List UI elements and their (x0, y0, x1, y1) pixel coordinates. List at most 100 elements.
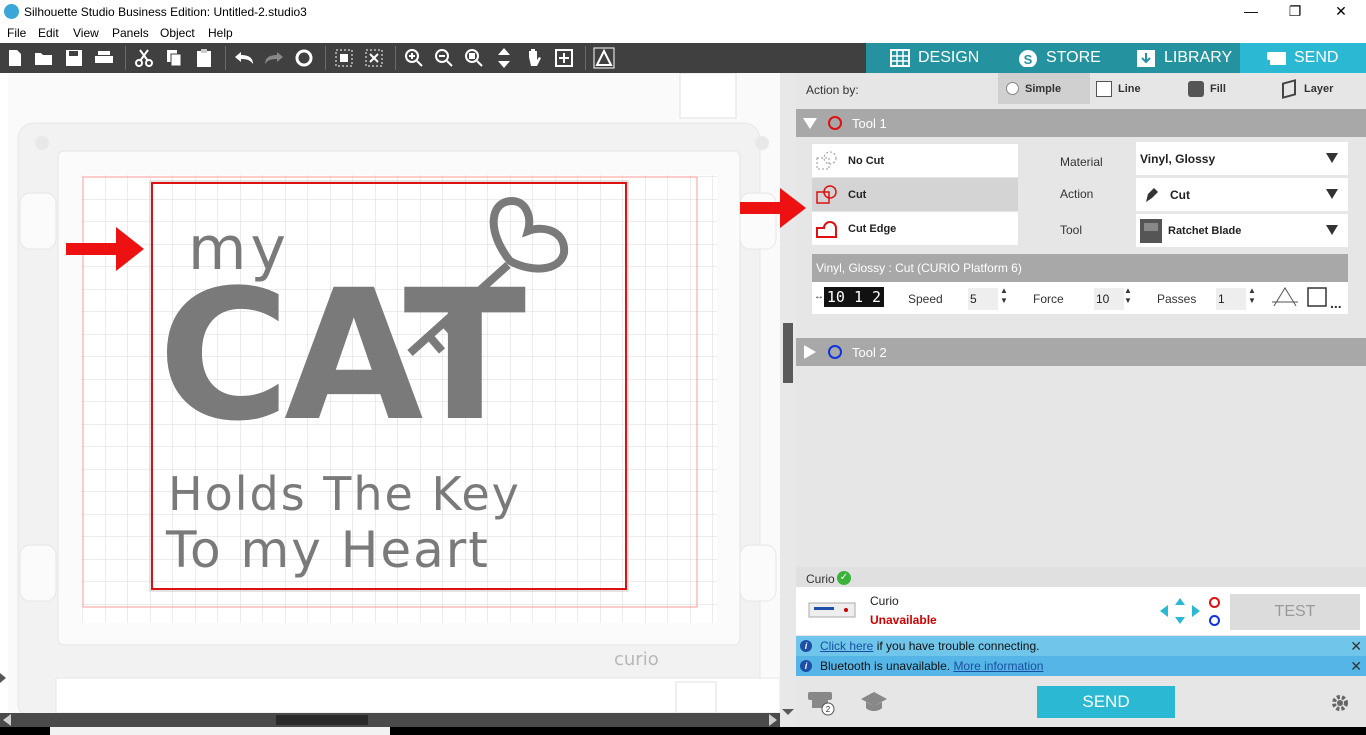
pan-hand-icon[interactable] (523, 47, 545, 69)
curio-device-icon (808, 602, 856, 618)
trouble-connecting-banner: i Click here if you have trouble connect… (796, 636, 1366, 656)
tool2-header[interactable]: Tool 2 (796, 338, 1366, 366)
tool1-header[interactable]: Tool 1 (796, 109, 1366, 137)
blade-left-arrow-icon[interactable]: ↔ (814, 291, 824, 302)
option-cut[interactable]: Cut (812, 178, 1018, 211)
print-icon[interactable] (93, 47, 115, 69)
option-cut-edge[interactable]: Cut Edge (812, 212, 1018, 245)
action-by-fill-label: Fill (1210, 82, 1226, 95)
select-all-icon[interactable] (333, 47, 355, 69)
speed-stepper[interactable]: ▲ ▼ (1000, 286, 1008, 306)
tool-select[interactable]: Ratchet Blade (1136, 214, 1348, 247)
action-by-fill[interactable]: Fill (1188, 73, 1226, 104)
send-button[interactable]: SEND (1037, 686, 1175, 718)
blade-depth-readout[interactable]: 10 1 2 (824, 287, 884, 307)
action-by-simple[interactable]: Simple (1006, 73, 1061, 104)
test-button[interactable]: TEST (1230, 594, 1360, 630)
device-name: Curio (870, 594, 899, 608)
action-select[interactable]: Cut (1136, 178, 1348, 211)
action-by-line[interactable]: Line (1096, 73, 1141, 104)
close-banner-icon[interactable]: ✕ (1350, 658, 1362, 675)
trace-icon[interactable] (593, 47, 615, 69)
force-input[interactable]: 10 (1094, 288, 1124, 310)
close-banner-icon[interactable]: ✕ (1350, 638, 1362, 655)
tab-send[interactable]: SEND (1240, 43, 1366, 73)
no-cut-icon (816, 151, 840, 171)
action-by-label: Action by: (806, 83, 859, 97)
tab-send-label: SEND (1294, 49, 1339, 66)
more-information-link[interactable]: More information (953, 659, 1043, 673)
bluetooth-banner: i Bluetooth is unavailable. More informa… (796, 656, 1366, 676)
new-file-icon[interactable] (4, 47, 26, 69)
tab-store[interactable]: S STORE (992, 43, 1116, 73)
tab-library[interactable]: LIBRARY (1116, 43, 1240, 73)
line-segment-overcut-icon[interactable] (1272, 286, 1298, 308)
action-by-line-label: Line (1118, 82, 1141, 95)
paste-icon[interactable] (193, 47, 215, 69)
tutorial-cap-icon[interactable] (860, 690, 888, 714)
device-header-label: Curio (806, 572, 835, 586)
info-icon: i (800, 660, 812, 672)
design-text-holds[interactable]: Holds The Key (168, 469, 521, 519)
zoom-in-icon[interactable] (403, 47, 425, 69)
tab-library-label: LIBRARY (1164, 49, 1233, 66)
vertical-scrollbar[interactable] (780, 73, 796, 727)
menu-view[interactable]: View (73, 26, 99, 40)
action-by-layer[interactable]: Layer (1282, 73, 1333, 104)
square-corner-icon[interactable] (1306, 286, 1328, 308)
force-stepper[interactable]: ▲ ▼ (1124, 286, 1132, 306)
redraw-icon[interactable] (293, 47, 315, 69)
cutter-icon (1267, 52, 1286, 65)
save-icon[interactable] (63, 47, 85, 69)
design-canvas[interactable]: my CAT Holds The Key To my Heart curio (0, 73, 780, 713)
speed-input[interactable]: 5 (968, 288, 998, 310)
menu-panels[interactable]: Panels (112, 26, 149, 40)
deselect-icon[interactable] (363, 47, 385, 69)
library-download-icon (1137, 50, 1155, 67)
redo-icon[interactable] (263, 47, 285, 69)
close-button[interactable]: ✕ (1318, 0, 1364, 24)
material-select[interactable]: Vinyl, Glossy (1136, 142, 1348, 175)
collapse-triangle-icon (803, 118, 817, 129)
menu-file[interactable]: File (7, 26, 26, 40)
layer-mode-icon (1282, 78, 1296, 99)
zoom-out-icon[interactable] (433, 47, 455, 69)
undo-icon[interactable] (233, 47, 255, 69)
device-status: Unavailable (870, 613, 937, 627)
menu-edit[interactable]: Edit (38, 26, 59, 40)
move-arrows-icon[interactable] (1160, 598, 1200, 624)
app-logo-icon (4, 4, 19, 19)
click-here-link[interactable]: Click here (820, 639, 873, 653)
blade-action-icon (1146, 187, 1158, 202)
menu-object[interactable]: Object (160, 26, 195, 40)
speed-label: Speed (908, 292, 943, 306)
passes-input[interactable]: 1 (1216, 288, 1246, 310)
settings-title: Vinyl, Glossy : Cut (CURIO Platform 6) (812, 254, 1348, 282)
bluetooth-text: Bluetooth is unavailable. (820, 659, 954, 673)
gear-icon[interactable] (1330, 693, 1350, 713)
open-folder-icon[interactable] (33, 47, 55, 69)
zoom-fit-icon[interactable] (553, 47, 575, 69)
option-no-cut-label: No Cut (848, 154, 885, 167)
fit-page-icon[interactable] (493, 47, 515, 69)
cut-scissors-icon[interactable] (133, 47, 155, 69)
zoom-select-icon[interactable] (463, 47, 485, 69)
more-settings-button[interactable]: ... (1330, 295, 1342, 311)
passes-label: Passes (1157, 292, 1197, 306)
menu-help[interactable]: Help (208, 26, 233, 40)
copy-icon[interactable] (163, 47, 185, 69)
tab-design[interactable]: DESIGN (866, 43, 992, 73)
action-label: Action (1060, 187, 1094, 201)
send-queue-icon[interactable]: 2 (806, 688, 838, 716)
design-text-heart[interactable]: To my Heart (166, 523, 490, 577)
passes-stepper[interactable]: ▲ ▼ (1248, 286, 1256, 306)
maximize-button[interactable]: ❐ (1272, 0, 1318, 24)
fill-mode-icon (1188, 80, 1204, 97)
heart-key-shape[interactable] (390, 191, 580, 367)
option-cut-label: Cut (848, 188, 867, 201)
option-no-cut[interactable]: No Cut (812, 144, 1018, 177)
tool-value: Ratchet Blade (1168, 224, 1242, 237)
chevron-down-icon (1326, 153, 1338, 163)
minimize-button[interactable]: — (1228, 0, 1274, 24)
horizontal-scrollbar[interactable] (0, 713, 780, 727)
